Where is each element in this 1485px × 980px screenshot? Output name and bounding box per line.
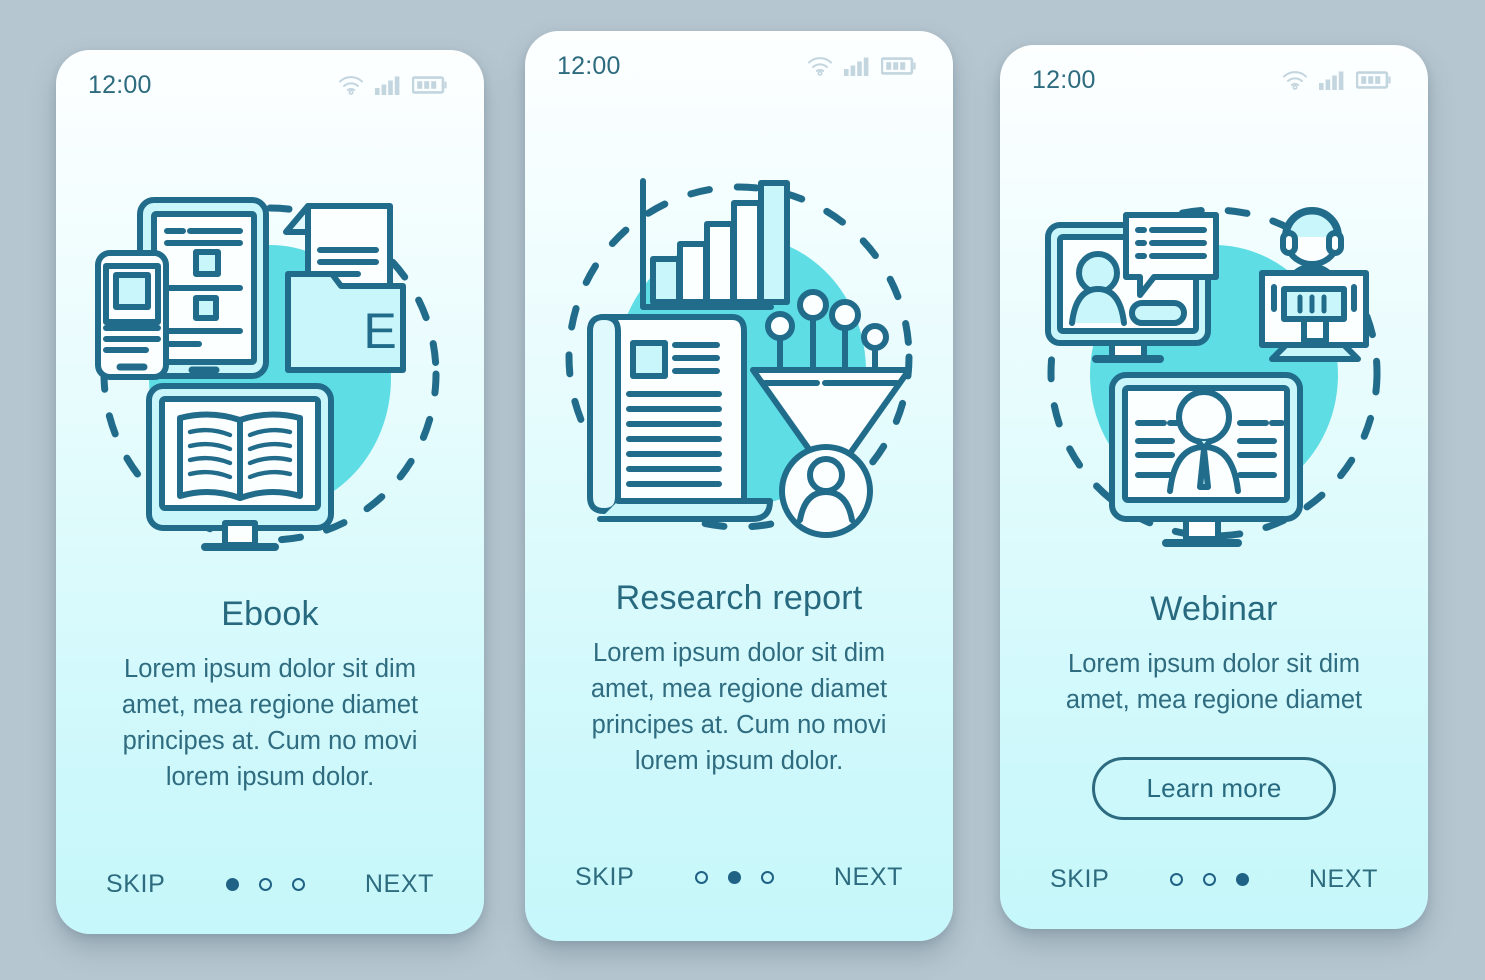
battery-icon — [881, 57, 916, 75]
phone-screen-webinar: 12:00 Webinar Lorem ipsum dolor sit dim … — [1000, 45, 1428, 929]
next-button[interactable]: NEXT — [359, 866, 440, 903]
bottom-nav: SKIP NEXT — [569, 859, 909, 896]
status-bar: 12:00 — [525, 31, 953, 101]
status-bar-clock: 12:00 — [1032, 65, 1096, 94]
pagination-dot-1[interactable] — [694, 871, 708, 884]
page-title: Research report — [615, 579, 863, 617]
pagination-dot-1[interactable] — [225, 878, 239, 891]
status-bar: 12:00 — [56, 50, 484, 120]
research-report-illustration — [565, 178, 913, 538]
skip-button[interactable]: SKIP — [100, 866, 171, 903]
page-title: Ebook — [221, 595, 319, 633]
page-title: Webinar — [1150, 590, 1278, 628]
pagination-dot-2[interactable] — [727, 871, 741, 884]
pagination-dots — [694, 871, 774, 884]
page-description: Lorem ipsum dolor sit dim amet, mea regi… — [121, 655, 419, 791]
status-bar-clock: 12:00 — [557, 51, 621, 80]
smartphone-icon — [95, 250, 169, 380]
page-description: Lorem ipsum dolor sit dim amet, mea regi… — [1065, 650, 1363, 714]
monitor-open-book-icon — [146, 383, 334, 551]
status-bar-icons — [338, 75, 448, 95]
next-button[interactable]: NEXT — [1303, 861, 1384, 898]
ebook-illustration-wrap: E — [56, 178, 484, 570]
signal-icon — [1319, 71, 1344, 90]
bottom-nav: SKIP NEXT — [100, 866, 440, 903]
next-button[interactable]: NEXT — [828, 859, 909, 896]
monitor-presenter-icon — [1109, 372, 1303, 547]
signal-icon — [844, 57, 869, 76]
learn-more-wrap: Learn more — [1000, 757, 1428, 820]
skip-button[interactable]: SKIP — [569, 859, 640, 896]
onboarding-screens-stage: 12:00 E Ebook Lorem ipsum dolor sit dim … — [0, 0, 1485, 980]
learn-more-button[interactable]: Learn more — [1091, 757, 1337, 820]
pagination-dot-3[interactable] — [760, 871, 774, 884]
signal-icon — [375, 76, 400, 95]
wifi-icon — [1283, 71, 1307, 90]
page-description: Lorem ipsum dolor sit dim amet, mea regi… — [590, 639, 888, 775]
status-bar: 12:00 — [1000, 45, 1428, 115]
pagination-dot-3[interactable] — [291, 878, 305, 891]
status-bar-icons — [1282, 70, 1392, 90]
desktop-computer-icon — [1259, 270, 1369, 362]
ebook-illustration: E — [95, 197, 440, 551]
battery-icon — [1356, 71, 1391, 89]
pagination-dot-2[interactable] — [1202, 873, 1216, 886]
wifi-icon — [339, 76, 363, 95]
scroll-document-icon — [587, 314, 773, 522]
pagination-dot-1[interactable] — [1169, 873, 1183, 886]
webinar-illustration — [1045, 206, 1381, 547]
bottom-nav: SKIP NEXT — [1044, 861, 1384, 898]
pagination-dot-3[interactable] — [1235, 873, 1249, 886]
pagination-dots — [1169, 873, 1249, 886]
research-report-illustration-wrap — [525, 159, 953, 551]
pagination-dot-2[interactable] — [258, 878, 272, 891]
bar-chart-icon — [640, 178, 790, 310]
wifi-icon — [808, 57, 832, 76]
status-bar-icons — [807, 56, 917, 76]
skip-button[interactable]: SKIP — [1044, 861, 1115, 898]
status-bar-clock: 12:00 — [88, 70, 152, 99]
user-avatar-icon — [779, 444, 873, 538]
battery-icon — [412, 76, 447, 94]
phone-screen-research-report: 12:00 Research report Lorem ipsum dolor … — [525, 31, 953, 941]
phone-screen-ebook: 12:00 E Ebook Lorem ipsum dolor sit dim … — [56, 50, 484, 934]
folder-letter: E — [363, 303, 396, 359]
pagination-dots — [225, 878, 305, 891]
webinar-illustration-wrap — [1000, 185, 1428, 557]
